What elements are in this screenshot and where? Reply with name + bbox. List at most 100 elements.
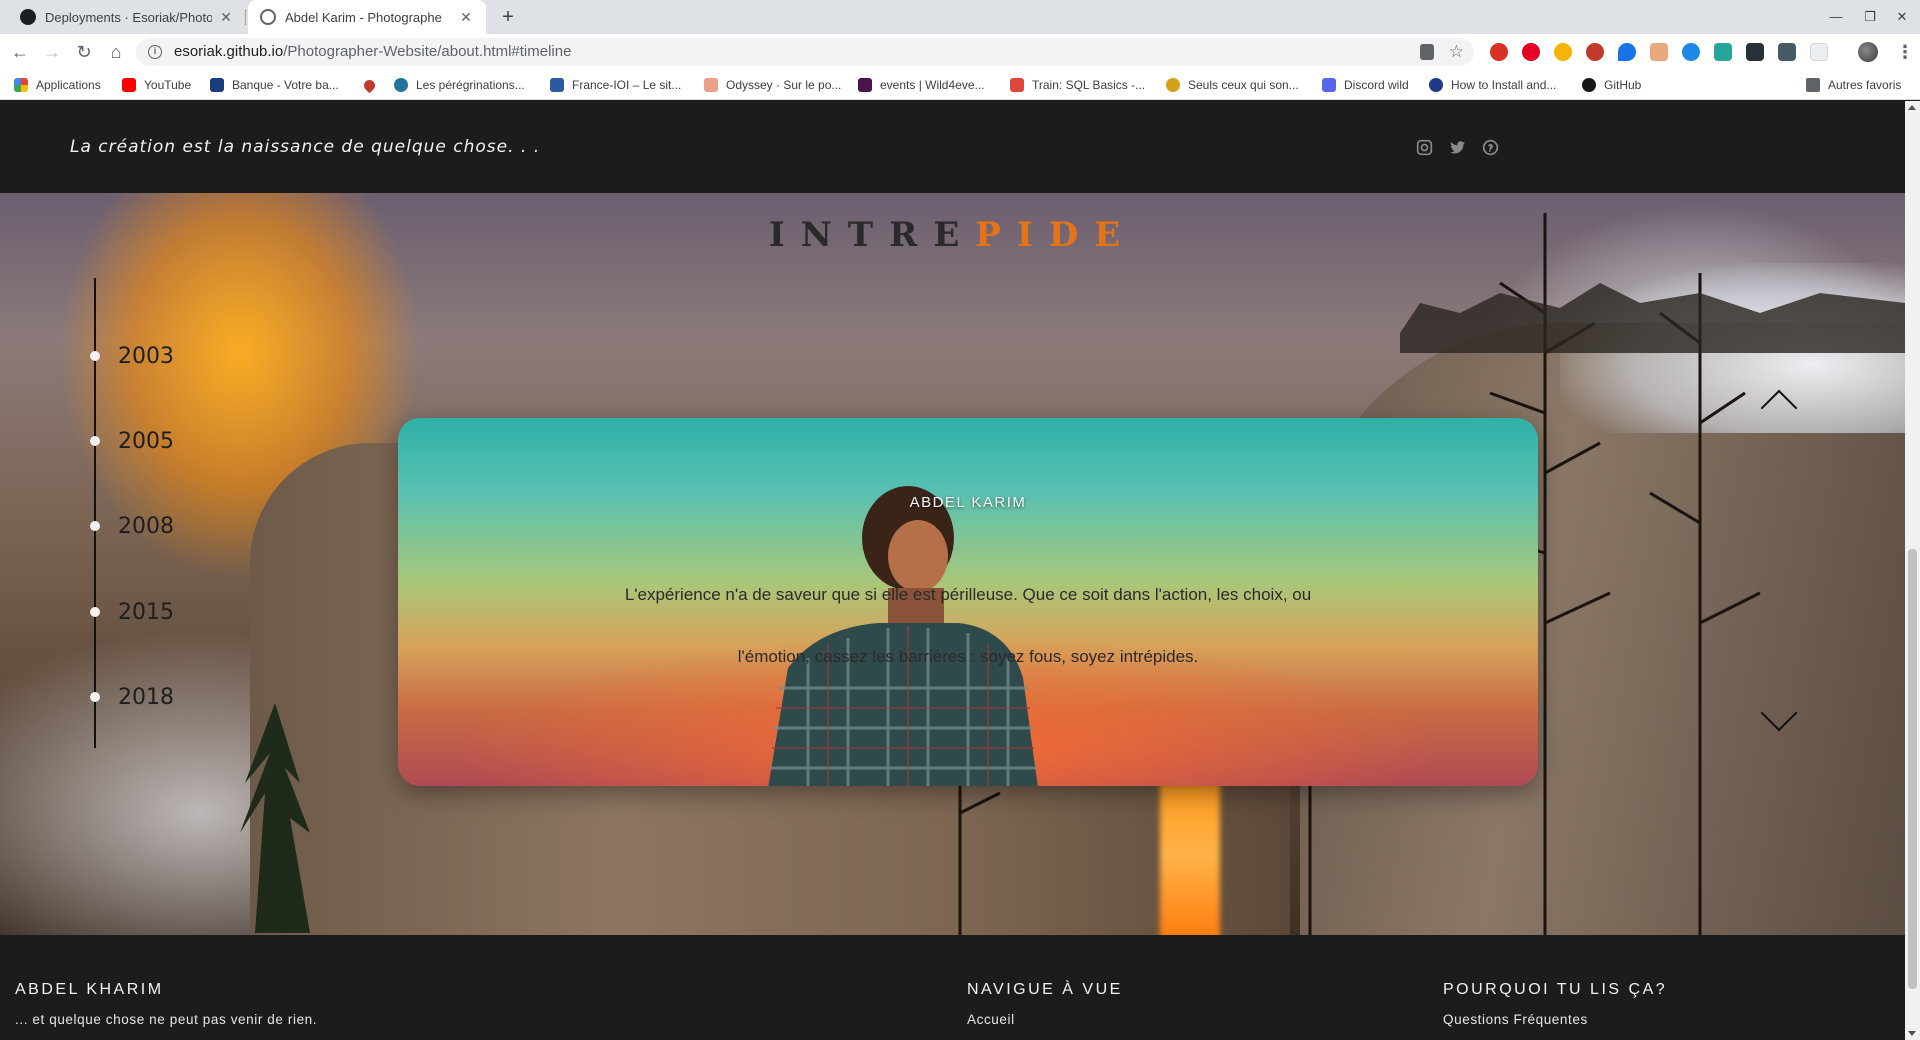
bookmark-label: events | Wild4eve... <box>880 78 985 92</box>
bookmark-applications[interactable]: Applications <box>14 70 101 100</box>
card-quote: L'expérience n'a de saveur que si elle e… <box>624 585 1312 666</box>
bookmark-label: Autres favoris <box>1828 78 1902 92</box>
page-scrollbar[interactable] <box>1905 101 1920 1040</box>
bookmark-label: GitHub <box>1604 78 1642 92</box>
timeline-year-2015[interactable]: 2015 <box>90 598 174 626</box>
back-icon[interactable]: ← <box>8 40 32 64</box>
blocked-icon[interactable] <box>1420 44 1434 60</box>
adblock-icon[interactable] <box>1586 43 1604 61</box>
profile-avatar[interactable] <box>1858 42 1878 62</box>
bookmark-france-ioi[interactable]: France-IOI – Le sit... <box>550 70 681 100</box>
instagram-icon[interactable] <box>1416 139 1433 156</box>
extension-icon[interactable] <box>1714 43 1732 61</box>
pinterest-icon[interactable] <box>1482 139 1499 156</box>
bank-icon <box>210 78 224 92</box>
section-title-highlight: PIDE <box>975 215 1137 255</box>
extension-icon[interactable] <box>1554 43 1572 61</box>
timeline-year-label: 2018 <box>118 684 174 710</box>
bookmark-heart[interactable] <box>361 70 383 100</box>
reload-icon[interactable]: ↻ <box>72 40 96 64</box>
timeline-hero: INTREPIDE 2003 2005 2008 2015 2018 ABDEL… <box>0 193 1905 935</box>
timeline-dot <box>90 351 100 361</box>
timeline-dot <box>90 521 100 531</box>
footer-col1-text: ... et quelque chose ne peut pas venir d… <box>15 1012 318 1027</box>
close-window-icon[interactable]: ✕ <box>1888 5 1916 29</box>
star-icon[interactable]: ☆ <box>1449 41 1464 63</box>
timeline-dot <box>90 692 100 702</box>
scroll-up-arrow[interactable] <box>1908 105 1916 110</box>
scrollbar-thumb[interactable] <box>1908 549 1917 989</box>
timeline-year-label: 2015 <box>118 599 174 625</box>
footer-link-faq[interactable]: Questions Fréquentes <box>1443 1012 1588 1027</box>
bookmark-label: Banque - Votre ba... <box>232 78 339 92</box>
card-name: ABDEL KARIM <box>909 494 1027 511</box>
info-icon[interactable]: i <box>148 45 162 59</box>
home-icon[interactable]: ⌂ <box>104 40 128 64</box>
footer-col3-title: POURQUOI TU LIS ÇA? <box>1443 981 1668 998</box>
bookmark-events[interactable]: events | Wild4eve... <box>858 70 985 100</box>
close-icon[interactable]: ✕ <box>218 9 234 25</box>
discord-icon <box>1322 78 1336 92</box>
drop-icon[interactable] <box>1618 43 1636 61</box>
timeline-year-2018[interactable]: 2018 <box>90 683 174 711</box>
bookmark-autres-favoris[interactable]: Autres favoris <box>1806 70 1901 100</box>
bookmark-github[interactable]: GitHub <box>1582 70 1641 100</box>
section-title-prefix: INTRE <box>768 215 976 255</box>
bookmark-label: Odyssey · Sur le po... <box>726 78 842 92</box>
site-footer: ABDEL KHARIM ... et quelque chose ne peu… <box>0 935 1905 1040</box>
timeline-year-2003[interactable]: 2003 <box>90 342 174 370</box>
bookmark-odyssey[interactable]: Odyssey · Sur le po... <box>704 70 841 100</box>
pinterest-icon[interactable] <box>1522 43 1540 61</box>
bookmark-discord[interactable]: Discord wild <box>1322 70 1409 100</box>
extension-icon[interactable] <box>1490 43 1508 61</box>
bookmark-sql-basics[interactable]: Train: SQL Basics -... <box>1010 70 1145 100</box>
sql-icon <box>1010 78 1024 92</box>
twitter-icon[interactable] <box>1449 139 1466 156</box>
bookmark-peregrinations[interactable]: Les pérégrinations... <box>394 70 525 100</box>
timeline-dot <box>90 436 100 446</box>
timeline-year-label: 2008 <box>118 513 174 539</box>
restore-icon[interactable]: ❐ <box>1856 5 1884 29</box>
timeline-year-2005[interactable]: 2005 <box>90 427 174 455</box>
bookmark-label: Applications <box>36 78 101 92</box>
bookmark-label: Train: SQL Basics -... <box>1032 78 1146 92</box>
bookmark-banque[interactable]: Banque - Votre ba... <box>210 70 339 100</box>
forward-icon[interactable]: → <box>40 40 64 64</box>
tab-strip: Deployments · Esoriak/Photogr ✕ Abdel Ka… <box>0 0 1920 34</box>
bookmark-label: YouTube <box>144 78 192 92</box>
folder-icon <box>1806 78 1820 92</box>
url-host: esoriak.github.io <box>174 43 284 60</box>
section-title: INTREPIDE <box>0 215 1905 255</box>
tab-deployments[interactable]: Deployments · Esoriak/Photogr ✕ <box>8 0 246 34</box>
timeline-year-2008[interactable]: 2008 <box>90 512 174 540</box>
apps-grid-icon <box>14 78 28 92</box>
new-tab-button[interactable]: + <box>496 6 520 30</box>
menu-dots-icon[interactable]: ⋮ <box>1896 40 1914 64</box>
address-bar[interactable]: i esoriak.github.io/Photographer-Website… <box>136 38 1474 66</box>
minimize-icon[interactable]: — <box>1822 5 1850 29</box>
wordpress-icon <box>394 78 408 92</box>
extension-icon[interactable] <box>1746 43 1764 61</box>
extension-icon[interactable] <box>1682 43 1700 61</box>
globe-icon <box>260 9 276 25</box>
lemon-icon <box>1166 78 1180 92</box>
timeline-year-label: 2003 <box>118 343 174 369</box>
timeline-card: ABDEL KARIM L'expérience n'a de saveur q… <box>398 418 1538 786</box>
footer-col2-title: NAVIGUE À VUE <box>967 981 1123 998</box>
github-icon <box>1582 78 1596 92</box>
extension-icon[interactable] <box>1810 43 1828 61</box>
scroll-down-arrow[interactable] <box>1908 1031 1916 1036</box>
bookmarks-bar: Applications YouTube Banque - Votre ba..… <box>0 70 1920 100</box>
extension-icon[interactable] <box>1650 43 1668 61</box>
france-ioi-icon <box>550 78 564 92</box>
bookmark-how-to-install[interactable]: How to Install and... <box>1429 70 1556 100</box>
header-tagline: La création est la naissance de quelque … <box>70 137 541 157</box>
tab-abdel-karim[interactable]: Abdel Karim - Photographe ✕ <box>248 0 486 34</box>
heart-icon <box>361 77 378 93</box>
bookmark-seuls-ceux[interactable]: Seuls ceux qui son... <box>1166 70 1299 100</box>
footer-link-accueil[interactable]: Accueil <box>967 1012 1015 1027</box>
extension-icon[interactable] <box>1778 43 1796 61</box>
close-icon[interactable]: ✕ <box>458 9 474 25</box>
bookmark-youtube[interactable]: YouTube <box>122 70 191 100</box>
address-url[interactable]: esoriak.github.io/Photographer-Website/a… <box>174 38 571 66</box>
